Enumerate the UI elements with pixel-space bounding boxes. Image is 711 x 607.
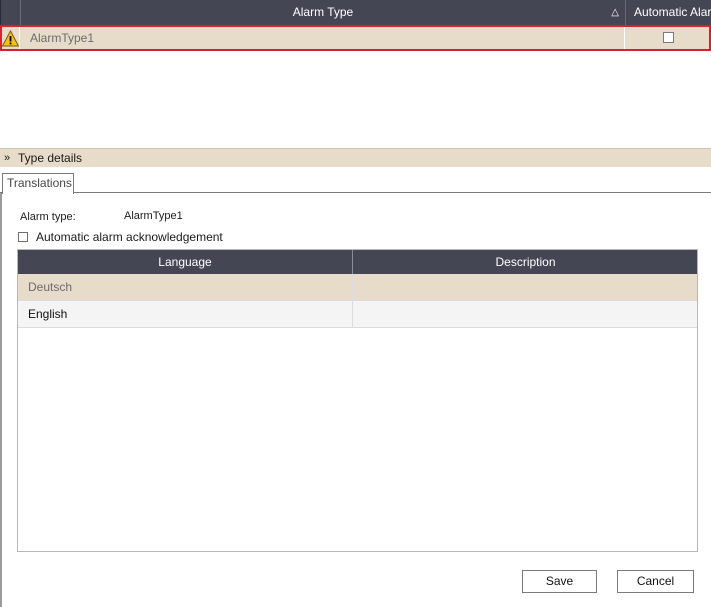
sort-ascending-icon: △ bbox=[611, 7, 619, 18]
alarm-type-name-cell[interactable]: AlarmType1 bbox=[30, 27, 94, 49]
alarm-type-row[interactable]: AlarmType1 bbox=[0, 25, 711, 51]
alarm-grid-header: Alarm Type △ Automatic Alar bbox=[0, 0, 711, 25]
description-cell[interactable] bbox=[354, 301, 697, 327]
translations-grid: Language Description Deutsch English bbox=[17, 249, 698, 552]
warning-icon bbox=[2, 30, 19, 47]
cell-divider bbox=[19, 27, 20, 49]
automatic-checkbox[interactable] bbox=[663, 32, 674, 43]
details-tab-strip: Translations bbox=[0, 167, 711, 194]
column-header-alarm-type-label: Alarm Type bbox=[292, 5, 354, 19]
save-button[interactable]: Save bbox=[522, 570, 597, 593]
translation-row[interactable]: Deutsch bbox=[18, 274, 697, 301]
column-header-automatic[interactable]: Automatic Alar bbox=[627, 0, 711, 25]
column-header-language[interactable]: Language bbox=[18, 250, 353, 274]
cancel-button[interactable]: Cancel bbox=[617, 570, 694, 593]
auto-ack-checkbox[interactable] bbox=[18, 232, 28, 242]
language-cell[interactable]: Deutsch bbox=[18, 274, 353, 300]
tab-translations[interactable]: Translations bbox=[2, 173, 74, 194]
column-header-description[interactable]: Description bbox=[354, 250, 697, 274]
translation-row[interactable]: English bbox=[18, 301, 697, 328]
language-cell[interactable]: English bbox=[18, 301, 353, 327]
type-details-title: Type details bbox=[18, 151, 83, 165]
row-selector-header bbox=[1, 0, 21, 25]
type-details-header[interactable]: » Type details bbox=[0, 148, 711, 167]
alarm-type-value: AlarmType1 bbox=[124, 210, 183, 222]
column-header-alarm-type[interactable]: Alarm Type △ bbox=[21, 0, 626, 25]
translations-grid-header: Language Description bbox=[18, 250, 697, 274]
description-cell[interactable] bbox=[354, 274, 697, 300]
double-chevron-up-icon[interactable]: » bbox=[4, 150, 10, 167]
alarm-type-label: Alarm type: bbox=[20, 211, 76, 223]
cell-divider bbox=[624, 27, 625, 49]
auto-ack-label[interactable]: Automatic alarm acknowledgement bbox=[36, 230, 223, 244]
